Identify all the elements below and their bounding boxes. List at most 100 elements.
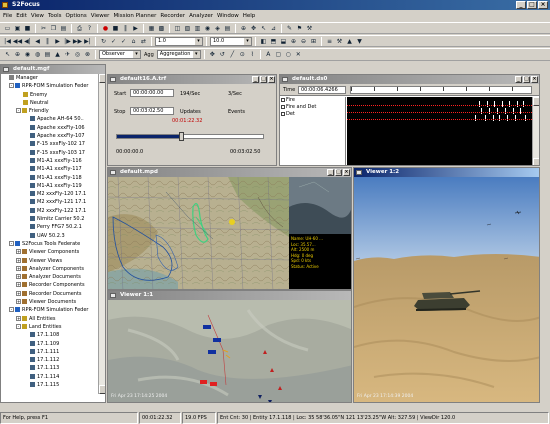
first-frame-icon[interactable]: |◀ <box>3 37 12 46</box>
recorder-icon[interactable]: ◉ <box>203 24 212 33</box>
waypoint-icon[interactable]: ⊙ <box>238 50 247 59</box>
globe-icon[interactable]: ◍ <box>33 50 42 59</box>
zoom-in-icon[interactable]: ⊕ <box>289 37 298 46</box>
view-side-icon[interactable]: ⬓ <box>279 37 288 46</box>
planner-icon[interactable]: ◈ <box>213 24 222 33</box>
move-icon[interactable]: ✥ <box>208 50 217 59</box>
tree-item[interactable]: M1-A1 xxxFly-116 <box>2 157 105 165</box>
flag-icon[interactable]: ⚑ <box>295 24 304 33</box>
play-reverse-icon[interactable]: ◀ <box>33 37 42 46</box>
pause-play-icon[interactable]: ‖ <box>43 37 52 46</box>
viewer-1-1-canvas[interactable] <box>108 300 352 403</box>
collapse-icon[interactable]: - <box>9 240 14 246</box>
viewer-icon[interactable]: ◫ <box>173 24 182 33</box>
target-icon[interactable]: ⊗ <box>83 50 92 59</box>
tree-item[interactable]: - S2Focus Tools Federate <box>2 240 105 248</box>
paste-icon[interactable]: ▤ <box>59 24 68 33</box>
down-icon[interactable]: ▼ <box>355 37 364 46</box>
analyzer-close-button[interactable]: × <box>531 76 538 83</box>
playback-thumb[interactable] <box>179 132 185 141</box>
terrain-icon[interactable]: ▲ <box>53 50 62 59</box>
tree-item[interactable]: - RPR-FOM Simulation Feder <box>2 82 105 90</box>
menu-options[interactable]: Options <box>66 11 87 21</box>
expand-icon[interactable]: + <box>16 299 21 305</box>
menu-analyzer[interactable]: Analyzer <box>189 11 213 21</box>
menu-file[interactable]: File <box>3 11 12 21</box>
event-marker[interactable] <box>497 108 498 114</box>
rewind-icon[interactable]: ◀◀ <box>13 37 22 46</box>
tree-item[interactable]: Nimitz Carrier 50.2 <box>2 215 105 223</box>
map-icon[interactable]: ▧ <box>183 24 192 33</box>
check2-icon[interactable]: ✓ <box>119 37 128 46</box>
analyzer-min-button[interactable]: _ <box>515 76 522 83</box>
expand-icon[interactable]: + <box>16 249 21 255</box>
speed-combo[interactable]: 1.0 <box>155 36 203 46</box>
track-item[interactable]: Det <box>280 111 345 118</box>
copy-icon[interactable]: ❐ <box>49 24 58 33</box>
tree-item[interactable]: 17.1.108 <box>2 331 105 339</box>
entity-icon[interactable]: ✈ <box>63 50 72 59</box>
event-marker[interactable] <box>509 101 510 107</box>
event-marker[interactable] <box>475 115 476 121</box>
tree-item[interactable]: + Analyzer Components <box>2 265 105 273</box>
event-marker[interactable] <box>507 115 508 121</box>
tree-item[interactable]: + Viewer Views <box>2 257 105 265</box>
viewer-1-2-canvas[interactable] <box>354 177 540 403</box>
recorder-max-button[interactable]: □ <box>260 76 267 83</box>
route-icon[interactable]: ⌇ <box>248 50 257 59</box>
orbit-icon[interactable]: ◉ <box>23 50 32 59</box>
analyzer-max-button[interactable]: □ <box>523 76 530 83</box>
tree-item[interactable]: - Land Entities <box>2 323 105 331</box>
loop-icon[interactable]: ↻ <box>99 37 108 46</box>
rate-combo[interactable]: 10.0 <box>210 36 252 46</box>
record-icon[interactable]: ● <box>101 24 110 33</box>
tree-item[interactable]: 17.1.114 <box>2 373 105 381</box>
event-marker[interactable] <box>517 101 518 107</box>
tree-item[interactable]: M2 xxxFly-121 17.1 <box>2 198 105 206</box>
analyzer-time-field[interactable]: 00:00:06.4266 <box>298 86 346 94</box>
expand-icon[interactable]: + <box>16 274 21 280</box>
event-marker[interactable] <box>515 115 516 121</box>
new-icon[interactable]: ▭ <box>3 24 12 33</box>
step-forward-icon[interactable]: |▶ <box>63 37 72 46</box>
event-marker[interactable] <box>494 101 495 107</box>
zoom-icon[interactable]: ⊕ <box>239 24 248 33</box>
expand-icon[interactable]: + <box>16 257 21 263</box>
tree-item[interactable]: 17.1.113 <box>2 364 105 372</box>
event-marker[interactable] <box>499 115 500 121</box>
track-checkbox[interactable] <box>281 105 285 109</box>
tree-item[interactable]: 17.1.112 <box>2 356 105 364</box>
pan-icon[interactable]: ✥ <box>249 24 258 33</box>
tree-item[interactable]: Enemy <box>2 91 105 99</box>
menu-tools[interactable]: Tools <box>48 11 62 21</box>
tree-item[interactable]: M2 xxxFly-122 17.1 <box>2 207 105 215</box>
menu-mission-planner[interactable]: Mission Planner <box>113 11 156 21</box>
recorder-min-button[interactable]: _ <box>252 76 259 83</box>
track-checkbox[interactable] <box>281 98 285 102</box>
event-marker[interactable] <box>479 101 480 107</box>
tree-item[interactable]: M1-A1 xxxFly-118 <box>2 174 105 182</box>
manager-vscroll[interactable] <box>98 74 105 394</box>
tree-item[interactable]: 17.1.109 <box>2 340 105 348</box>
tree-item[interactable]: + Analyzer Documents <box>2 273 105 281</box>
close-button[interactable]: × <box>538 1 548 9</box>
event-marker[interactable] <box>489 108 490 114</box>
save-icon[interactable]: ■ <box>23 24 32 33</box>
start-time-field[interactable]: 00:00:00.00 <box>130 89 174 97</box>
help-icon[interactable]: ? <box>85 24 94 33</box>
expand-icon[interactable]: + <box>16 265 21 271</box>
event-marker[interactable] <box>485 115 486 121</box>
select-icon[interactable]: ↖ <box>259 24 268 33</box>
zoom-out-icon[interactable]: ⊖ <box>299 37 308 46</box>
measure-icon[interactable]: ⊿ <box>269 24 278 33</box>
tree-item[interactable]: M1-A1 xxxFly-119 <box>2 182 105 190</box>
tree-item[interactable]: 17.1.115 <box>2 381 105 389</box>
event-marker[interactable] <box>481 108 482 114</box>
event-marker[interactable] <box>513 108 514 114</box>
time-ruler[interactable] <box>350 86 532 94</box>
map-max-button[interactable]: □ <box>335 169 342 176</box>
maximize-button[interactable]: □ <box>527 1 537 9</box>
collapse-icon[interactable]: - <box>9 307 14 313</box>
expand-icon[interactable]: + <box>16 290 21 296</box>
tree-item[interactable]: + Recorder Documents <box>2 290 105 298</box>
